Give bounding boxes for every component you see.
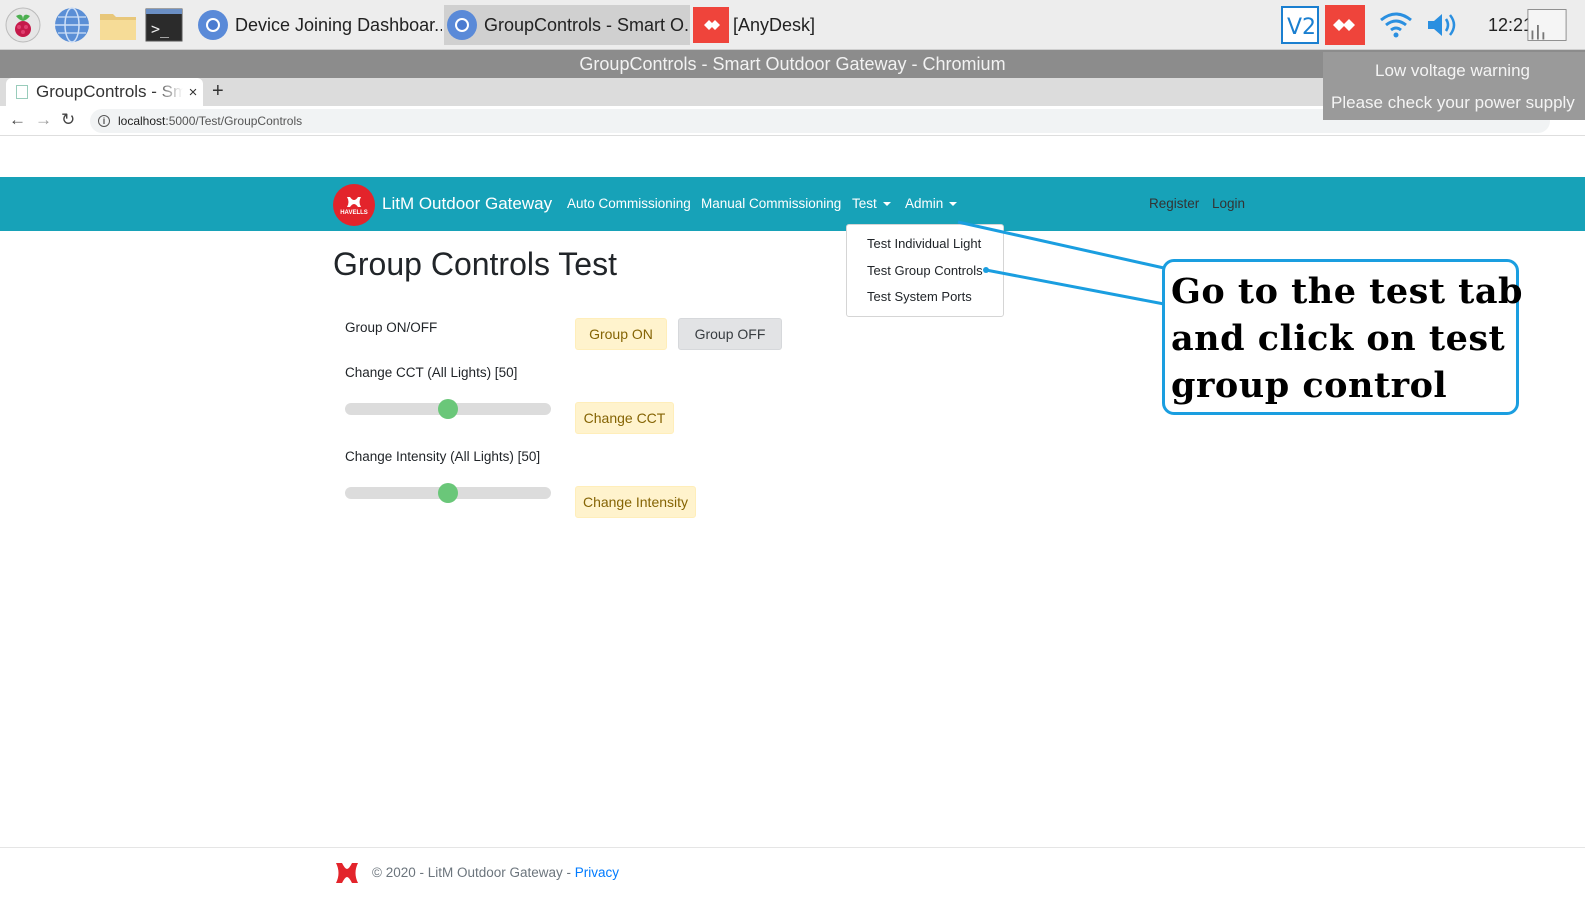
- callout-line: group control: [1171, 365, 1448, 406]
- callout-line: and click on test: [1171, 318, 1506, 359]
- site-footer: © 2020 - LitM Outdoor Gateway - Privacy: [0, 847, 1585, 901]
- privacy-link[interactable]: Privacy: [575, 865, 619, 880]
- annotation-dot: [983, 267, 989, 273]
- copyright-text: © 2020 - LitM Outdoor Gateway -: [372, 865, 575, 880]
- havells-footer-logo-icon: [333, 860, 361, 891]
- annotation-arrows: [957, 220, 1165, 306]
- callout-line: Go to the test tab: [1171, 271, 1523, 312]
- annotation-callout: Go to the test tab and click on test gro…: [1162, 259, 1523, 415]
- footer-copyright: © 2020 - LitM Outdoor Gateway - Privacy: [372, 865, 619, 880]
- annotation-line: [957, 220, 1165, 270]
- annotation-line: [985, 268, 1165, 306]
